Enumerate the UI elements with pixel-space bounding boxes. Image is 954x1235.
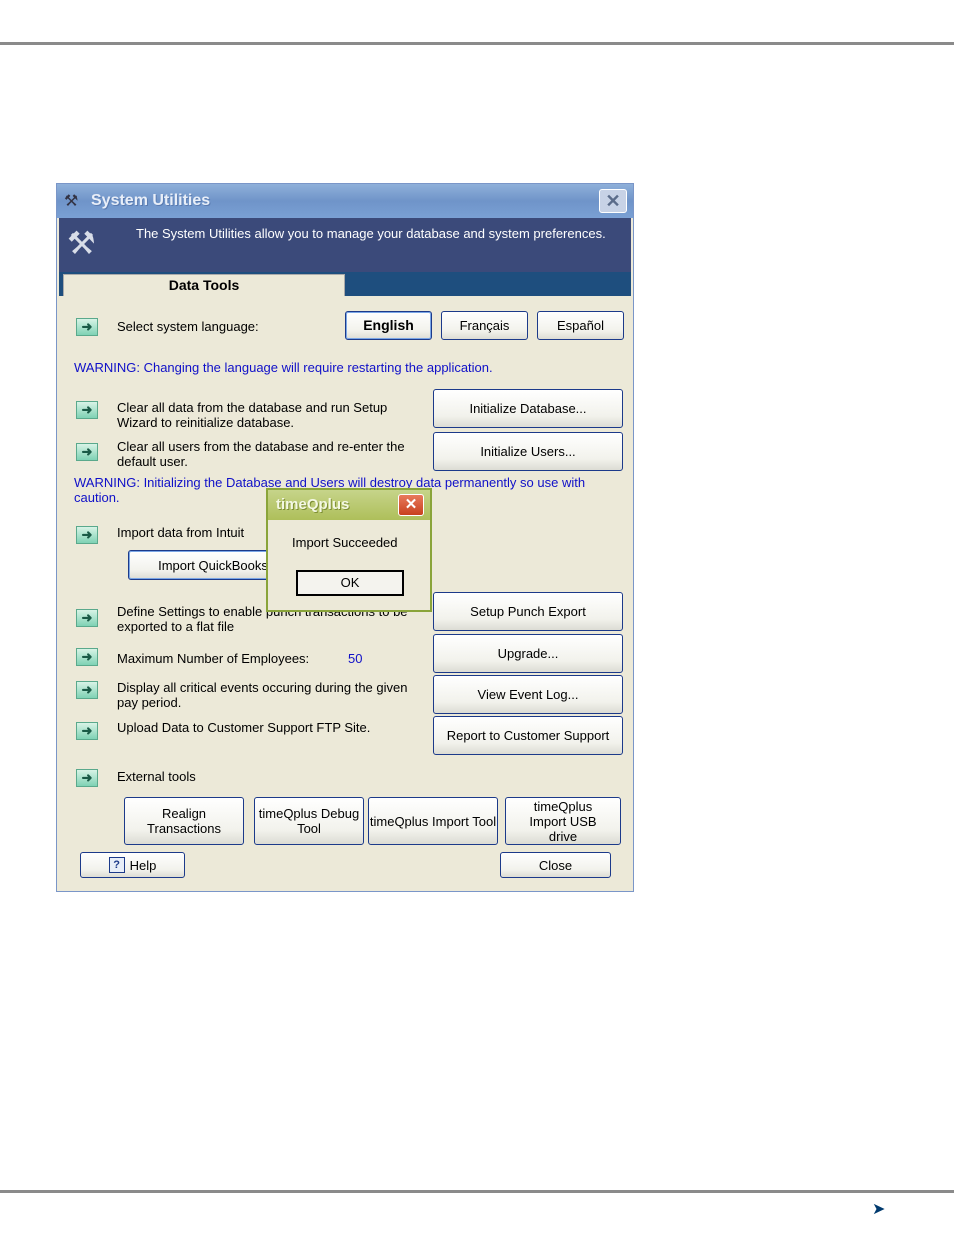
view-event-log-button[interactable]: View Event Log... [433, 675, 623, 714]
import-description: Import data from Intuit [117, 525, 245, 540]
debug-tool-button[interactable]: timeQplus Debug Tool [254, 797, 364, 845]
arrow-icon: ➜ [76, 526, 98, 544]
import-tool-button[interactable]: timeQplus Import Tool [368, 797, 498, 845]
description-banner: ⚒ The System Utilities allow you to mana… [59, 218, 631, 272]
initialize-users-button[interactable]: Initialize Users... [433, 432, 623, 471]
arrow-icon: ➜ [76, 681, 98, 699]
max-employees-label: Maximum Number of Employees: [117, 651, 310, 666]
window-close-button[interactable]: ✕ [599, 189, 627, 213]
tab-data-tools[interactable]: Data Tools [63, 274, 345, 296]
external-tools-label: External tools [117, 769, 196, 784]
event-log-description: Display all critical events occuring dur… [117, 680, 408, 710]
title-bar[interactable]: ⚒ System Utilities ✕ [57, 184, 633, 218]
arrow-icon: ➜ [76, 318, 98, 336]
tools-icon: ⚒ [64, 193, 79, 210]
espanol-button[interactable]: Español [537, 311, 624, 340]
ok-button[interactable]: OK [296, 570, 404, 596]
header-rule [0, 42, 954, 45]
init-users-description: Clear all users from the database and re… [117, 439, 405, 469]
window-title: System Utilities [91, 192, 211, 209]
banner-description: The System Utilities allow you to manage… [136, 226, 606, 241]
ftp-description: Upload Data to Customer Support FTP Site… [117, 720, 371, 735]
arrow-icon: ➜ [76, 648, 98, 666]
setup-punch-export-button[interactable]: Setup Punch Export [433, 592, 623, 631]
english-button[interactable]: English [345, 311, 432, 340]
arrow-icon: ➜ [76, 769, 98, 787]
close-button[interactable]: Close [500, 852, 611, 878]
wrench-screwdriver-icon: ⚒ [67, 225, 96, 261]
message-title: timeQplus [276, 496, 350, 513]
import-usb-drive-button[interactable]: timeQplus Import USB drive [505, 797, 621, 845]
arrow-icon: ➜ [76, 443, 98, 461]
init-db-description: Clear all data from the database and run… [117, 400, 388, 430]
report-to-customer-support-button[interactable]: Report to Customer Support [433, 716, 623, 755]
max-employees-value: 50 [348, 651, 363, 666]
language-label: Select system language: [117, 319, 259, 334]
upgrade-button[interactable]: Upgrade... [433, 634, 623, 673]
message-text: Import Succeeded [292, 535, 398, 550]
francais-button[interactable]: Français [441, 311, 528, 340]
import-message-box: timeQplus ✕ Import Succeeded OK [266, 488, 432, 612]
help-label: Help [129, 857, 157, 873]
language-warning: WARNING: Changing the language will requ… [74, 360, 493, 375]
help-button[interactable]: ? Help [80, 852, 185, 878]
tab-strip: Data Tools [59, 272, 631, 296]
initialize-database-button[interactable]: Initialize Database... [433, 389, 623, 428]
message-title-bar[interactable]: timeQplus ✕ [268, 490, 430, 520]
arrow-icon: ➜ [76, 401, 98, 419]
next-page-arrow-icon[interactable]: ➤ [872, 1199, 885, 1219]
help-icon: ? [108, 857, 125, 873]
realign-transactions-button[interactable]: Realign Transactions [124, 797, 244, 845]
message-close-button[interactable]: ✕ [398, 494, 424, 516]
arrow-icon: ➜ [76, 722, 98, 740]
arrow-icon: ➜ [76, 609, 98, 627]
footer-rule [0, 1190, 954, 1193]
